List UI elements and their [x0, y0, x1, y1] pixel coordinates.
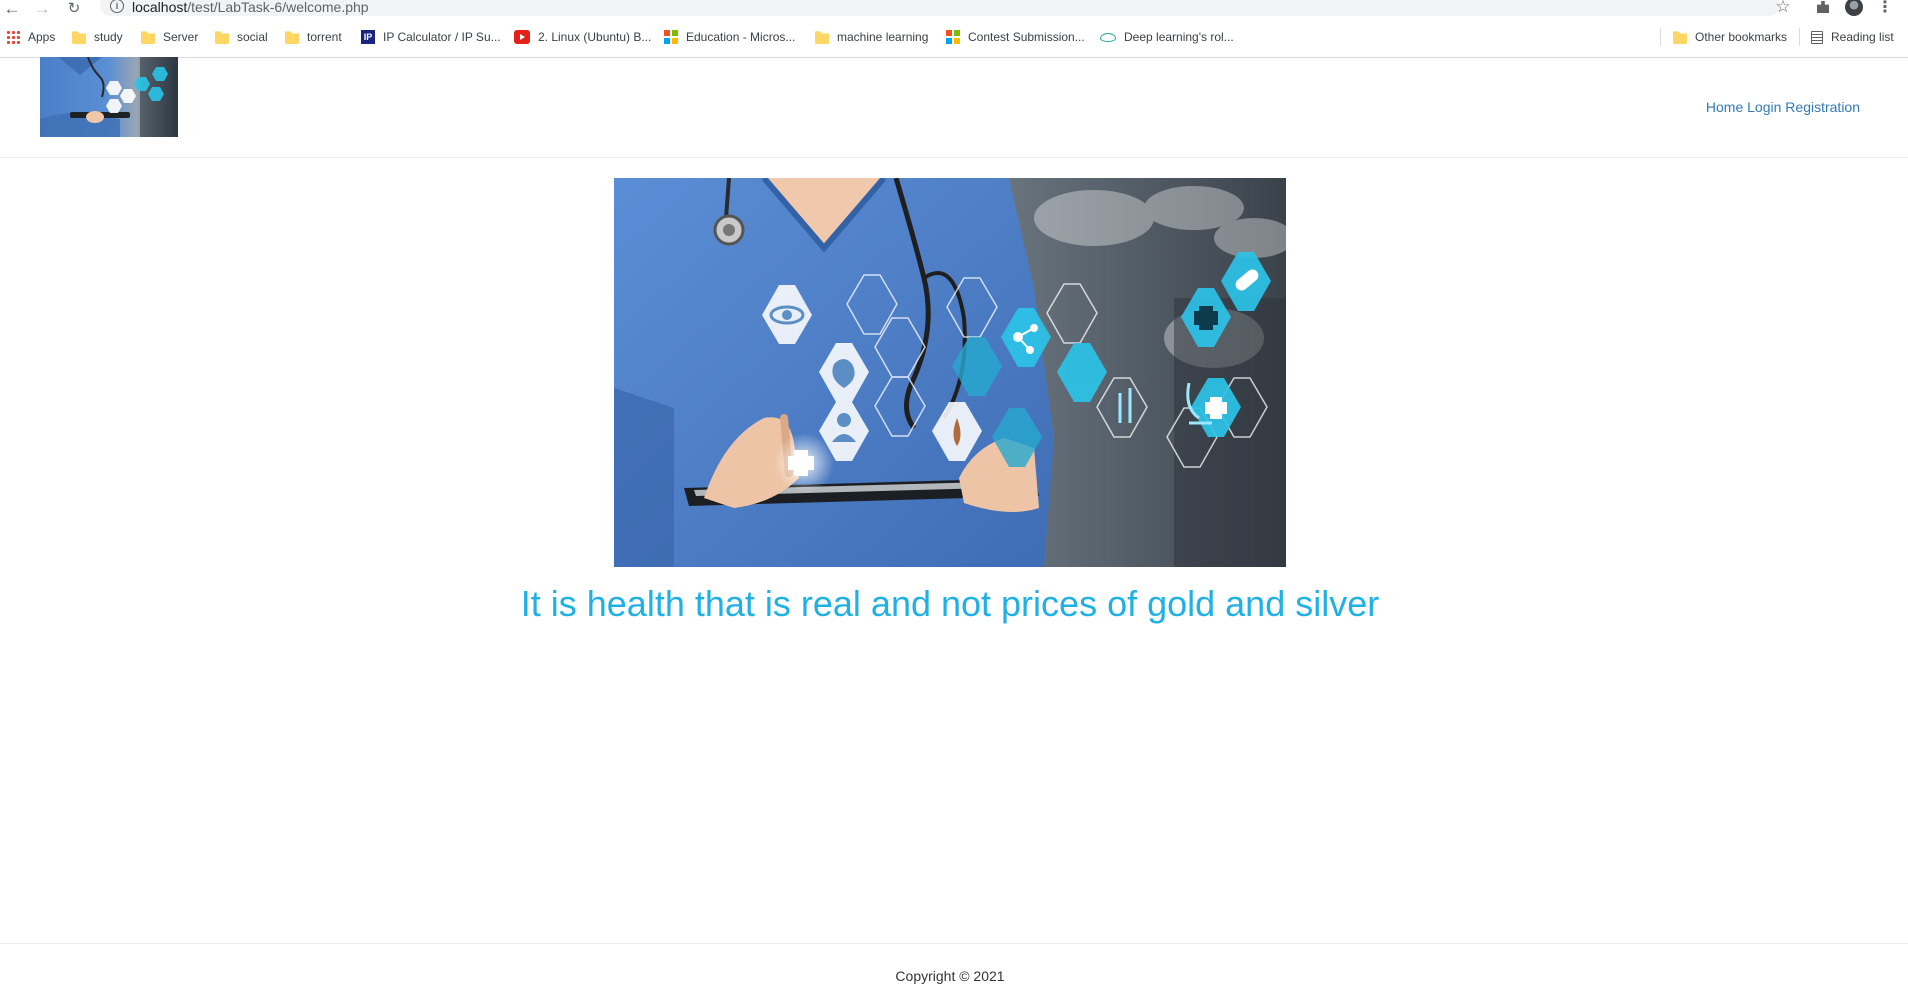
browser-menu-icon[interactable]: ⋮ — [1877, 0, 1893, 17]
reload-icon[interactable]: ↻ — [64, 0, 84, 18]
nav-login-link[interactable]: Login — [1747, 99, 1781, 115]
nav-home-link[interactable]: Home — [1706, 99, 1743, 115]
nav-registration-link[interactable]: Registration — [1785, 99, 1860, 115]
bookmark-social[interactable]: social — [215, 27, 268, 47]
bookmark-star-icon[interactable]: ☆ — [1773, 0, 1793, 17]
main-nav: Home Login Registration — [1706, 99, 1860, 115]
folder-icon — [815, 31, 829, 44]
bookmark-torrent[interactable]: torrent — [285, 27, 342, 47]
site-info-icon[interactable]: i — [110, 0, 124, 13]
hero-image — [614, 178, 1286, 567]
apps-grid-icon — [6, 30, 20, 44]
doctor-tablet-logo[interactable] — [40, 57, 178, 137]
folder-icon — [1673, 31, 1687, 44]
eye-icon — [1100, 32, 1116, 42]
site-header: Home Login Registration — [0, 57, 1908, 158]
profile-avatar[interactable] — [1844, 0, 1864, 17]
extensions-icon[interactable] — [1813, 0, 1833, 17]
folder-icon — [285, 31, 299, 44]
copyright-text: Copyright © 2021 — [895, 968, 1005, 984]
folder-icon — [215, 31, 229, 44]
microsoft-icon — [946, 30, 960, 44]
address-bar[interactable]: i localhost/test/LabTask-6/welcome.php — [100, 0, 1780, 16]
bookmarks-bar: Apps study Server social torrent IP IP Ca… — [0, 27, 1908, 49]
folder-icon — [72, 31, 86, 44]
bookmark-education[interactable]: Education - Micros... — [664, 27, 795, 47]
url-text[interactable]: localhost/test/LabTask-6/welcome.php — [132, 0, 369, 15]
microsoft-icon — [664, 30, 678, 44]
hero-tagline: It is health that is real and not prices… — [520, 583, 1380, 624]
reading-list-icon — [1811, 30, 1823, 44]
bookmark-machine-learning[interactable]: machine learning — [815, 27, 928, 47]
reading-list[interactable]: Reading list — [1811, 27, 1894, 47]
doctor-medical-icons-image — [614, 178, 1286, 567]
browser-toolbar: ← → ↻ i localhost/test/LabTask-6/welcome… — [0, 0, 1908, 17]
bookmark-apps[interactable]: Apps — [6, 27, 55, 47]
bookmark-study[interactable]: study — [72, 27, 123, 47]
bookmark-linux[interactable]: 2. Linux (Ubuntu) B... — [514, 27, 651, 47]
back-icon[interactable]: ← — [2, 0, 22, 18]
logo-image — [40, 57, 178, 137]
folder-icon — [141, 31, 155, 44]
site-footer: Copyright © 2021 — [0, 943, 1908, 995]
bookmark-deep-learning[interactable]: Deep learning's rol... — [1100, 27, 1234, 47]
bookmarks-divider — [1799, 28, 1800, 46]
bookmark-contest-submission[interactable]: Contest Submission... — [946, 27, 1085, 47]
bookmark-ip-calculator[interactable]: IP IP Calculator / IP Su... — [361, 27, 501, 47]
bookmark-server[interactable]: Server — [141, 27, 198, 47]
youtube-icon — [514, 30, 530, 44]
forward-icon[interactable]: → — [32, 0, 52, 18]
browser-chrome: ← → ↻ i localhost/test/LabTask-6/welcome… — [0, 0, 1908, 58]
bookmarks-divider — [1660, 28, 1661, 46]
other-bookmarks[interactable]: Other bookmarks — [1673, 27, 1787, 47]
ip-icon: IP — [361, 30, 375, 44]
